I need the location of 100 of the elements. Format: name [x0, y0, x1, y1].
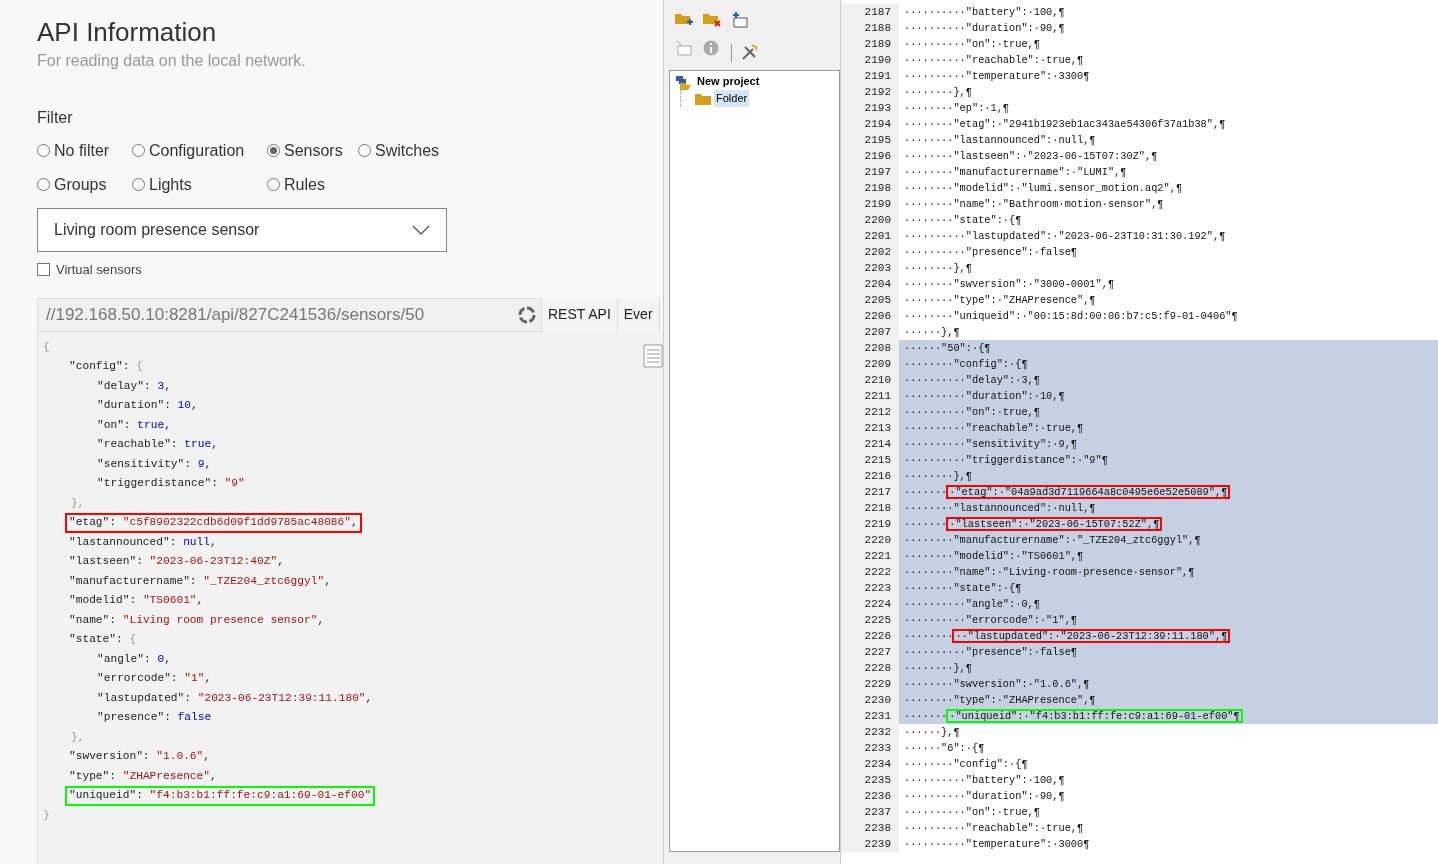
radio-label[interactable]: Switches: [375, 138, 440, 163]
json-line: "errorcode": "1",: [96, 671, 213, 686]
radio-button[interactable]: [132, 144, 145, 157]
line-number: 2197: [841, 164, 899, 180]
folder-icon: [695, 92, 711, 105]
line-number: 2232: [841, 724, 899, 740]
json-line: "delay": 3,: [96, 378, 172, 394]
radio-label[interactable]: Rules: [284, 172, 325, 197]
line-number: 2210: [841, 372, 899, 388]
checkbox[interactable]: [37, 263, 50, 277]
json-line: "on": true,: [96, 417, 172, 433]
line-number: 2192: [841, 84, 899, 100]
radio-button[interactable]: [37, 178, 50, 191]
line-number: 2228: [841, 660, 899, 676]
line-number: 2195: [841, 132, 899, 148]
line-number: 2214: [841, 436, 899, 452]
line-number: 2208: [841, 340, 899, 356]
json-line: "state": {: [68, 632, 138, 647]
device-dropdown[interactable]: Living room presence sensor: [37, 208, 447, 252]
radio-button[interactable]: [37, 144, 50, 157]
line-number: 2199: [841, 196, 899, 212]
json-line: "manufacturername": "_TZE204_ztc6ggyl",: [68, 573, 332, 589]
json-line: }: [43, 807, 50, 823]
radio-label[interactable]: Lights: [149, 172, 192, 197]
radio-button[interactable]: [358, 144, 371, 157]
line-number: 2187: [841, 4, 899, 20]
line-number: 2233: [841, 740, 899, 756]
clipboard-icon[interactable]: [643, 341, 663, 368]
json-line: {: [43, 339, 50, 355]
line-number: 2239: [841, 836, 899, 852]
tools-icon[interactable]: [740, 44, 758, 62]
line-number: 2211: [841, 388, 899, 404]
line-number: 2218: [841, 500, 899, 516]
json-line: "etag": "c5f8902322cdb6d09f1dd9785ac48086",: [65, 513, 362, 533]
line-number: 2222: [841, 564, 899, 580]
new-tab-icon[interactable]: [731, 12, 749, 28]
json-line: "uniqueid": "f4:b3:b1:ff:fe:c9:a1:69-01-ef00": [65, 786, 376, 806]
tree-item[interactable]: New project: [695, 73, 762, 90]
json-line: "name": "Living room presence sensor",: [68, 612, 326, 628]
line-number: 2205: [841, 292, 899, 308]
line-number: 2231: [841, 708, 899, 724]
line-number: 2201: [841, 228, 899, 244]
line-number: 2235: [841, 772, 899, 788]
line-number: 2206: [841, 308, 899, 324]
json-line: "reachable": true,: [96, 437, 219, 452]
checkbox-label[interactable]: Virtual sensors: [56, 260, 142, 280]
project-icon: [674, 73, 692, 90]
line-number: 2225: [841, 612, 899, 628]
line-number: 2189: [841, 36, 899, 52]
json-line: },: [71, 495, 85, 511]
line-number: 2203: [841, 260, 899, 276]
json-line: "presence": false: [96, 710, 213, 725]
json-line: "triggerdistance": "9": [96, 476, 246, 491]
json-line: "lastseen": "2023-06-23T12:40Z",: [68, 554, 285, 569]
line-number: 2236: [841, 788, 899, 804]
json-line: "lastannounced": null,: [68, 534, 218, 550]
line-number: 2229: [841, 676, 899, 692]
radio-button[interactable]: [132, 178, 145, 191]
line-number: 2193: [841, 100, 899, 116]
line-number: 2213: [841, 420, 899, 436]
json-line: "lastupdated": "2023-06-23T12:39:11.180",: [96, 690, 374, 706]
folder-delete-icon[interactable]: [703, 12, 721, 28]
radio-button[interactable]: [267, 178, 280, 191]
radio-button[interactable]: [267, 144, 280, 157]
json-line: "config": {: [68, 359, 144, 374]
line-number: 2202: [841, 244, 899, 260]
refresh-icon[interactable]: [517, 304, 537, 325]
line-number: 2196: [841, 148, 899, 164]
url-field[interactable]: //192.168.50.10:8281/api/827C241536/sensors/50: [37, 297, 542, 332]
line-number: 2227: [841, 644, 899, 660]
radio-label[interactable]: Groups: [54, 172, 107, 197]
line-number: 2234: [841, 756, 899, 772]
line-number: 2217: [841, 484, 899, 500]
line-number: 2200: [841, 212, 899, 228]
chevron-down-icon: [412, 225, 430, 235]
filter-label: Filter: [37, 108, 73, 128]
line-number: 2198: [841, 180, 899, 196]
line-number: 2204: [841, 276, 899, 292]
line-number: 2221: [841, 548, 899, 564]
page-subtitle: For reading data on the local network.: [37, 51, 306, 71]
line-number: 2220: [841, 532, 899, 548]
json-line: "duration": 10,: [96, 398, 199, 413]
folder-add-icon[interactable]: [675, 12, 693, 28]
line-number: 2188: [841, 20, 899, 36]
tab[interactable]: REST API: [542, 297, 618, 332]
tab[interactable]: Ever: [617, 297, 660, 332]
radio-label[interactable]: No filter: [54, 138, 110, 163]
line-number: 2226: [841, 628, 899, 644]
line-number: 2223: [841, 580, 899, 596]
line-number: 2224: [841, 596, 899, 612]
json-line: },: [71, 729, 85, 745]
line-number: 2209: [841, 356, 899, 372]
line-number: 2216: [841, 468, 899, 484]
radio-label[interactable]: Configuration: [149, 138, 245, 163]
info-icon: [703, 40, 719, 56]
radio-label[interactable]: Sensors: [284, 138, 343, 163]
tree-item[interactable]: Folder: [714, 90, 750, 107]
json-line: "modelid": "TS0601",: [68, 593, 205, 608]
json-line: "angle": 0,: [96, 651, 172, 667]
json-line: "type": "ZHAPresence",: [68, 768, 218, 784]
